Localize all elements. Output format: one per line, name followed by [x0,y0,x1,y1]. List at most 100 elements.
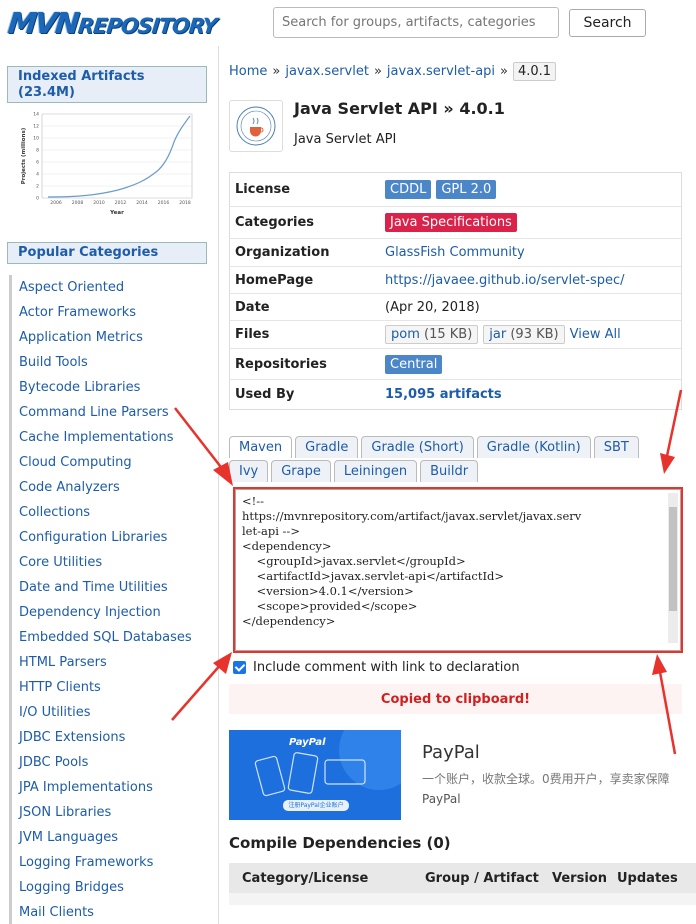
paypal-ad-image[interactable]: PayPal 注册PayPal企业账户 [229,730,401,820]
category-item[interactable]: I/O Utilities [9,700,205,725]
category-item[interactable]: Actor Frameworks [9,300,205,325]
view-all-link[interactable]: View All [570,327,621,342]
category-link[interactable]: JDBC Extensions [19,730,125,745]
pom-file-link[interactable]: pom (15 KB) [385,325,479,344]
date-label: Date [235,299,270,315]
organization-link[interactable]: GlassFish Community [385,245,525,260]
category-link[interactable]: JPA Implementations [19,780,153,795]
categories-label: Categories [235,215,315,230]
category-link[interactable]: Application Metrics [19,330,143,345]
category-link[interactable]: Logging Bridges [19,880,124,895]
include-comment-option[interactable]: Include comment with link to declaration [233,660,520,675]
category-link[interactable]: JVM Languages [19,830,118,845]
license-tag[interactable]: CDDL [385,180,432,199]
jar-file-link[interactable]: jar (93 KB) [483,325,565,344]
paypal-ad-signup-button[interactable]: 注册PayPal企业账户 [283,800,349,811]
category-link[interactable]: Command Line Parsers [19,405,169,420]
category-item[interactable]: Command Line Parsers [9,400,205,425]
category-item[interactable]: Dependency Injection [9,600,205,625]
tab-grape[interactable]: Grape [271,460,331,482]
category-link[interactable]: JDBC Pools [19,755,88,770]
homepage-link[interactable]: https://javaee.github.io/servlet-spec/ [385,273,625,288]
tab-gradle[interactable]: Gradle [295,436,359,458]
license-label: License [235,182,291,197]
category-item[interactable]: Core Utilities [9,550,205,575]
include-comment-checkbox[interactable] [233,661,246,674]
category-link[interactable]: JSON Libraries [19,805,111,820]
category-item[interactable]: Logging Bridges [9,875,205,900]
category-link[interactable]: Build Tools [19,355,88,370]
dependencies-horizontal-scrollbar[interactable] [229,893,696,905]
search-button[interactable]: Search [569,9,646,37]
category-item[interactable]: JDBC Extensions [9,725,205,750]
tab-buildr[interactable]: Buildr [420,460,479,482]
category-item[interactable]: Aspect Oriented [9,275,205,300]
category-link[interactable]: Collections [19,505,90,520]
chart-xtick: 2014 [136,200,148,206]
repository-tag[interactable]: Central [385,354,443,374]
category-item[interactable]: Code Analyzers [9,475,205,500]
category-link[interactable]: Actor Frameworks [19,305,136,320]
category-link[interactable]: HTML Parsers [19,655,107,670]
category-item[interactable]: Build Tools [9,350,205,375]
tab-ivy[interactable]: Ivy [229,460,269,482]
category-item[interactable]: Collections [9,500,205,525]
snippet-scrollbar[interactable] [668,493,678,643]
paypal-ad-brand: PayPal [422,792,461,806]
paypal-ad[interactable]: PayPal 注册PayPal企业账户 PayPal 一个账户，收款全球。0费用… [229,730,696,820]
category-link[interactable]: HTTP Clients [19,680,101,695]
category-item[interactable]: Configuration Libraries [9,525,205,550]
category-link[interactable]: Aspect Oriented [19,280,124,295]
indexed-artifacts-chart: 0 2 4 6 8 10 12 14 2006 2008 2010 2012 2014 2016 2018… [21,112,193,216]
paypal-ad-title[interactable]: PayPal [422,742,480,763]
tab-gradle-kotlin[interactable]: Gradle (Kotlin) [476,436,591,458]
breadcrumb-group[interactable]: javax.servlet [285,64,369,79]
category-link[interactable]: Core Utilities [19,555,102,570]
category-link[interactable]: Bytecode Libraries [19,380,140,395]
license-tag[interactable]: GPL 2.0 [436,180,497,199]
category-link[interactable]: I/O Utilities [19,705,91,720]
category-item[interactable]: Logging Frameworks [9,850,205,875]
chart-xtick: 2010 [93,200,105,206]
search-input[interactable] [273,7,559,38]
category-link[interactable]: Mail Clients [19,905,94,920]
category-item[interactable]: Cloud Computing [9,450,205,475]
used-by-link[interactable]: 15,095 artifacts [385,387,502,402]
category-link[interactable]: Cache Implementations [19,430,174,445]
tab-gradle-short[interactable]: Gradle (Short) [361,436,474,458]
category-link[interactable]: Configuration Libraries [19,530,167,545]
category-item[interactable]: Cache Implementations [9,425,205,450]
category-link[interactable]: Logging Frameworks [19,855,153,870]
category-link[interactable]: Cloud Computing [19,455,132,470]
chart-ylabel: Projects (millions) [21,127,27,184]
tab-leiningen[interactable]: Leiningen [333,460,418,482]
chart-ytick: 14 [33,112,39,118]
tab-sbt[interactable]: SBT [593,436,639,458]
category-item[interactable]: JPA Implementations [9,775,205,800]
category-item[interactable]: JDBC Pools [9,750,205,775]
category-item[interactable]: JSON Libraries [9,800,205,825]
category-link[interactable]: Embedded SQL Databases [19,630,192,645]
chart-xtick: 2016 [158,200,170,206]
category-link[interactable]: Dependency Injection [19,605,161,620]
breadcrumb-home[interactable]: Home [229,64,267,79]
category-item[interactable]: JVM Languages [9,825,205,850]
tab-maven[interactable]: Maven [229,436,293,458]
logo-repository: REPOSITORY [76,14,218,38]
popular-categories-heading[interactable]: Popular Categories [7,242,207,264]
paypal-ad-description: 一个账户，收款全球。0费用开户，享卖家保障 [422,772,670,786]
category-item[interactable]: HTML Parsers [9,650,205,675]
category-link[interactable]: Date and Time Utilities [19,580,168,595]
category-tag[interactable]: Java Specifications [385,213,517,232]
category-item[interactable]: Mail Clients [9,900,205,924]
category-item[interactable]: Embedded SQL Databases [9,625,205,650]
mvnrepository-logo[interactable]: MVN REPOSITORY [6,6,218,40]
category-item[interactable]: HTTP Clients [9,675,205,700]
dependency-snippet-textarea[interactable]: <!-- https://mvnrepository.com/artifact/… [235,489,681,651]
indexed-artifacts-heading[interactable]: Indexed Artifacts (23.4M) [7,66,207,103]
category-link[interactable]: Code Analyzers [19,480,120,495]
category-item[interactable]: Application Metrics [9,325,205,350]
category-item[interactable]: Date and Time Utilities [9,575,205,600]
category-item[interactable]: Bytecode Libraries [9,375,205,400]
breadcrumb-artifact[interactable]: javax.servlet-api [387,64,495,79]
